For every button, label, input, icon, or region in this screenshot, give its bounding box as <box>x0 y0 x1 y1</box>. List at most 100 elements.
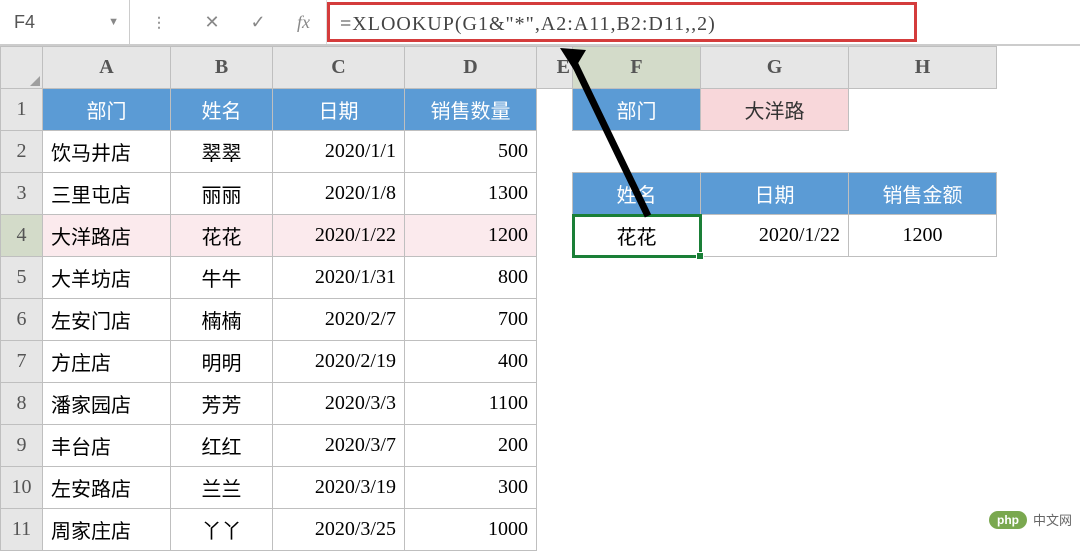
cell[interactable]: 2020/2/19 <box>273 341 405 383</box>
cell[interactable]: 饮马井店 <box>43 131 171 173</box>
cell[interactable] <box>849 131 997 173</box>
cell[interactable] <box>537 257 573 299</box>
col-header-F[interactable]: F <box>573 47 701 89</box>
col-header-E[interactable]: E <box>537 47 573 89</box>
row-header-6[interactable]: 6 <box>1 299 43 341</box>
cell[interactable]: 1300 <box>405 173 537 215</box>
fx-icon[interactable]: fx <box>281 0 327 44</box>
cell[interactable] <box>701 257 849 299</box>
function-dropdown-icon[interactable]: ⋮ <box>130 14 189 31</box>
cell[interactable]: 丰台店 <box>43 425 171 467</box>
cell[interactable]: 2020/1/22 <box>701 215 849 257</box>
row-header-10[interactable]: 10 <box>1 467 43 509</box>
cell[interactable]: 牛牛 <box>171 257 273 299</box>
row-header-5[interactable]: 5 <box>1 257 43 299</box>
col-header-G[interactable]: G <box>701 47 849 89</box>
cell[interactable]: 200 <box>405 425 537 467</box>
cell[interactable]: 2020/3/3 <box>273 383 405 425</box>
cell[interactable]: 1000 <box>405 509 537 551</box>
col-header-D[interactable]: D <box>405 47 537 89</box>
cell[interactable] <box>537 341 573 383</box>
row-header-2[interactable]: 2 <box>1 131 43 173</box>
cell[interactable]: 大羊坊店 <box>43 257 171 299</box>
cell[interactable] <box>701 299 849 341</box>
cell[interactable] <box>849 299 997 341</box>
cell[interactable] <box>573 509 701 551</box>
row-header-4[interactable]: 4 <box>1 215 43 257</box>
col-header-H[interactable]: H <box>849 47 997 89</box>
lookup-header-amount[interactable]: 销售金额 <box>849 173 997 215</box>
col-header-B[interactable]: B <box>171 47 273 89</box>
cell[interactable] <box>701 341 849 383</box>
cell[interactable]: 2020/3/19 <box>273 467 405 509</box>
row-header-8[interactable]: 8 <box>1 383 43 425</box>
cell[interactable]: 500 <box>405 131 537 173</box>
lookup-header-name[interactable]: 姓名 <box>573 173 701 215</box>
cell[interactable] <box>849 341 997 383</box>
cell[interactable] <box>849 89 997 131</box>
cell[interactable] <box>701 425 849 467</box>
main-header-dept[interactable]: 部门 <box>43 89 171 131</box>
cell[interactable] <box>537 131 573 173</box>
cell[interactable] <box>573 341 701 383</box>
cell[interactable]: 2020/3/7 <box>273 425 405 467</box>
dropdown-icon[interactable]: ▼ <box>108 16 119 28</box>
cell[interactable]: 潘家园店 <box>43 383 171 425</box>
cell[interactable]: 三里屯店 <box>43 173 171 215</box>
cell[interactable] <box>537 467 573 509</box>
cell[interactable]: 2020/1/1 <box>273 131 405 173</box>
formula-input[interactable]: =XLOOKUP(G1&"*",A2:A11,B2:D11,,2) <box>327 2 917 42</box>
cell[interactable] <box>701 509 849 551</box>
cell[interactable]: 2020/1/31 <box>273 257 405 299</box>
active-cell-F4[interactable]: 花花 <box>573 215 701 257</box>
cell[interactable] <box>701 467 849 509</box>
cell[interactable] <box>849 383 997 425</box>
cell[interactable]: 楠楠 <box>171 299 273 341</box>
main-header-date[interactable]: 日期 <box>273 89 405 131</box>
row-header-11[interactable]: 11 <box>1 509 43 551</box>
cell[interactable]: 翠翠 <box>171 131 273 173</box>
cancel-icon[interactable]: ✕ <box>189 0 235 44</box>
main-header-name[interactable]: 姓名 <box>171 89 273 131</box>
cell[interactable] <box>573 257 701 299</box>
row-header-7[interactable]: 7 <box>1 341 43 383</box>
cell[interactable]: 2020/2/7 <box>273 299 405 341</box>
cell[interactable] <box>701 383 849 425</box>
row-header-1[interactable]: 1 <box>1 89 43 131</box>
cell[interactable] <box>537 425 573 467</box>
spreadsheet-grid[interactable]: A B C D E F G H 1 部门 姓名 日期 销售数量 部门 大洋路 2… <box>0 46 1080 551</box>
fill-handle[interactable] <box>696 252 704 260</box>
cell[interactable]: 1100 <box>405 383 537 425</box>
cell[interactable] <box>849 257 997 299</box>
cell[interactable]: 700 <box>405 299 537 341</box>
cell[interactable] <box>701 131 849 173</box>
cell[interactable] <box>537 383 573 425</box>
cell[interactable]: 周家庄店 <box>43 509 171 551</box>
cell[interactable]: 丽丽 <box>171 173 273 215</box>
cell[interactable]: 大洋路店 <box>43 215 171 257</box>
lookup-value-dept[interactable]: 大洋路 <box>701 89 849 131</box>
cell[interactable]: 花花 <box>171 215 273 257</box>
cell[interactable] <box>573 299 701 341</box>
cell[interactable]: 1200 <box>849 215 997 257</box>
cell[interactable] <box>849 425 997 467</box>
cell[interactable]: 芳芳 <box>171 383 273 425</box>
cell[interactable]: 400 <box>405 341 537 383</box>
cell[interactable]: 2020/1/8 <box>273 173 405 215</box>
row-header-9[interactable]: 9 <box>1 425 43 467</box>
cell[interactable] <box>537 173 573 215</box>
row-header-3[interactable]: 3 <box>1 173 43 215</box>
lookup-label-dept[interactable]: 部门 <box>573 89 701 131</box>
cell[interactable] <box>537 509 573 551</box>
confirm-icon[interactable]: ✓ <box>235 0 281 44</box>
cell[interactable] <box>573 467 701 509</box>
cell[interactable]: 1200 <box>405 215 537 257</box>
cell[interactable]: 红红 <box>171 425 273 467</box>
cell[interactable] <box>573 383 701 425</box>
cell[interactable] <box>849 509 997 551</box>
cell[interactable] <box>537 89 573 131</box>
cell[interactable]: 兰兰 <box>171 467 273 509</box>
cell[interactable]: 明明 <box>171 341 273 383</box>
name-box[interactable]: F4 ▼ <box>0 0 130 44</box>
cell[interactable] <box>573 425 701 467</box>
